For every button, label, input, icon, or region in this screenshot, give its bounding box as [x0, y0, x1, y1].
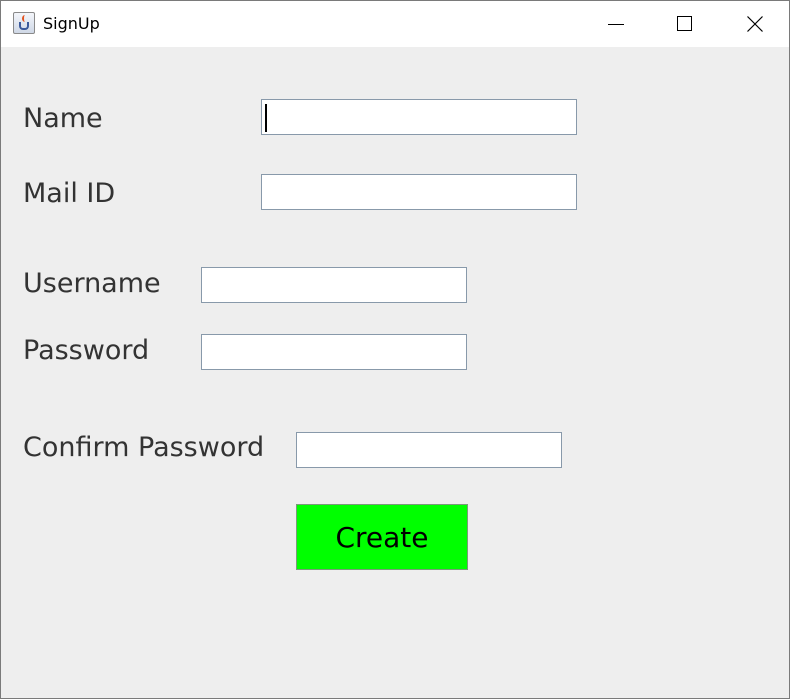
- name-field[interactable]: [261, 99, 577, 135]
- create-button[interactable]: Create: [296, 504, 468, 570]
- mail-id-field[interactable]: [261, 174, 577, 210]
- signup-window: SignUp Name Mail ID Username Password Co…: [0, 0, 790, 699]
- steam-mark: [22, 15, 28, 22]
- java-icon[interactable]: [13, 12, 35, 34]
- title-bar[interactable]: SignUp: [1, 1, 789, 47]
- confirm-password-label: Confirm Password: [23, 432, 265, 463]
- username-field[interactable]: [201, 267, 467, 303]
- minimize-icon: [608, 24, 624, 25]
- mail-id-label: Mail ID: [23, 178, 116, 209]
- name-label: Name: [23, 103, 103, 134]
- maximize-button[interactable]: [652, 1, 718, 47]
- password-field[interactable]: [201, 334, 467, 370]
- close-button[interactable]: [722, 1, 788, 47]
- close-icon: [747, 16, 763, 32]
- window-title: SignUp: [43, 14, 100, 33]
- confirm-password-field[interactable]: [296, 432, 562, 468]
- text-caret: [265, 104, 267, 132]
- password-label: Password: [23, 335, 150, 366]
- minimize-button[interactable]: [583, 1, 649, 47]
- cup-mark: [19, 22, 29, 30]
- username-label: Username: [23, 268, 161, 299]
- maximize-icon: [677, 16, 692, 31]
